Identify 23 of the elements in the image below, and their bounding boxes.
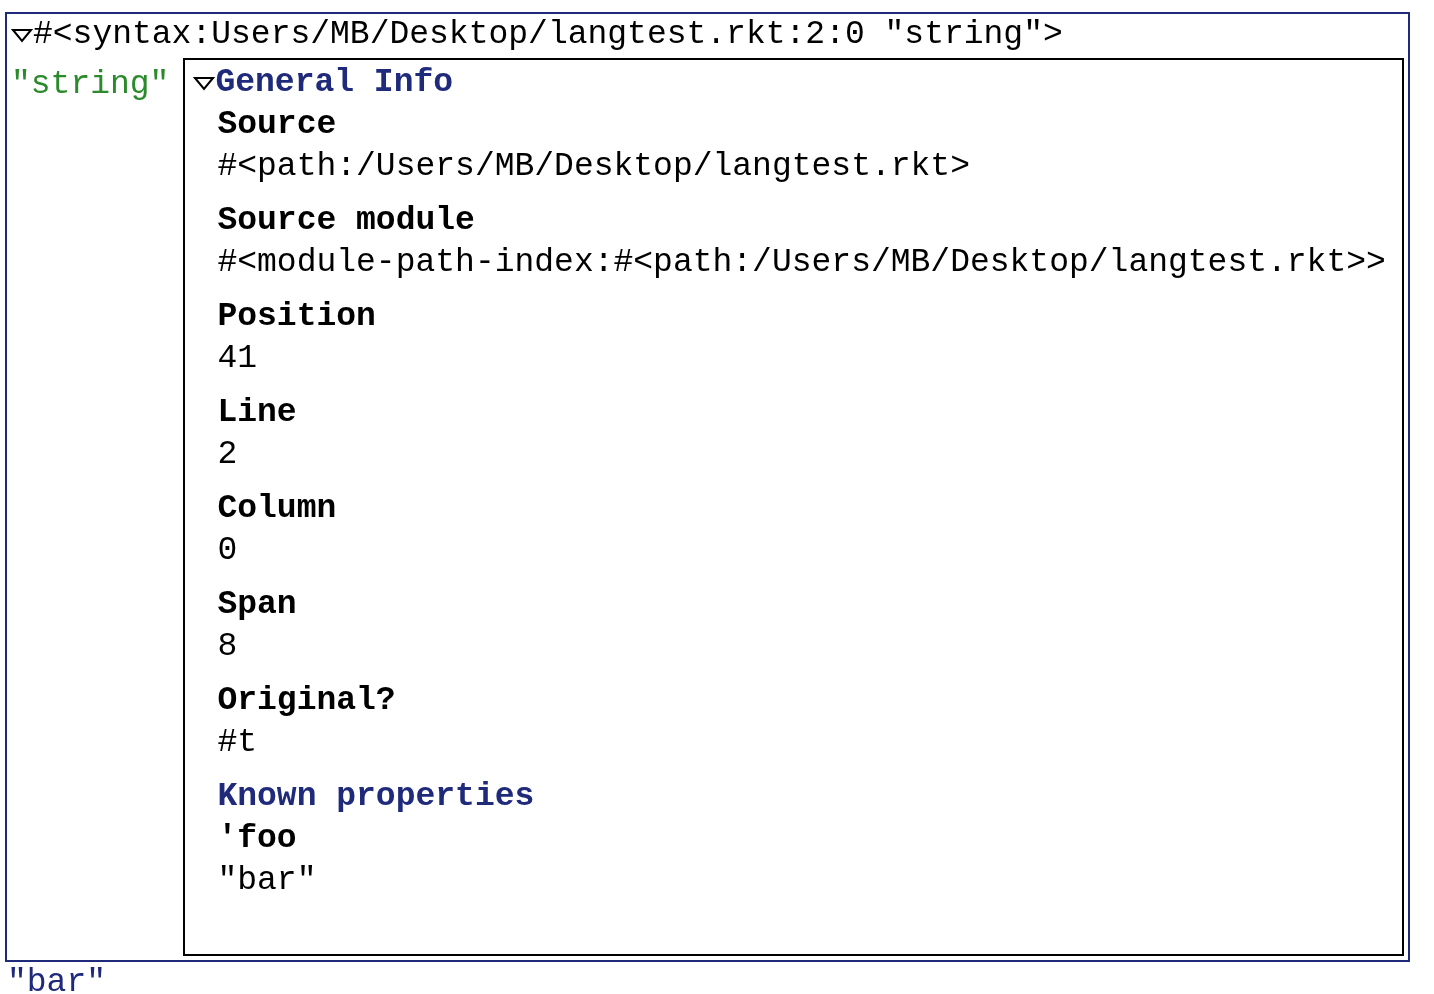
datum-value: "string" xyxy=(10,65,171,105)
property-key: 'foo xyxy=(193,818,1402,860)
field-value: #<module-path-index:#<path:/Users/MB/Desktop/langtest.rkt>> xyxy=(216,243,1387,283)
field-label: Source module xyxy=(216,201,476,241)
field-value: 8 xyxy=(216,627,239,667)
disclosure-triangle-icon[interactable] xyxy=(11,27,33,43)
field-label: Line xyxy=(216,393,298,433)
field-label: Column xyxy=(216,489,338,529)
syntax-header: #<syntax:Users/MB/Desktop/langtest.rkt:2:0 "string"> xyxy=(33,15,1063,55)
field-label: Span xyxy=(216,585,298,625)
field-value: #<path:/Users/MB/Desktop/langtest.rkt> xyxy=(216,147,971,187)
field-value: #t xyxy=(216,723,259,763)
field-label: Original? xyxy=(216,681,397,721)
field-value: 41 xyxy=(216,339,259,379)
section-title: General Info xyxy=(215,63,454,103)
field-label: Source xyxy=(216,105,338,145)
field-label: Position xyxy=(216,297,377,337)
property-value: "bar" xyxy=(216,861,318,901)
field-value: 2 xyxy=(216,435,239,475)
field-value: 0 xyxy=(216,531,239,571)
result-value: "bar" xyxy=(6,963,108,994)
disclosure-triangle-icon[interactable] xyxy=(193,75,216,91)
section-title: Known properties xyxy=(216,777,536,817)
